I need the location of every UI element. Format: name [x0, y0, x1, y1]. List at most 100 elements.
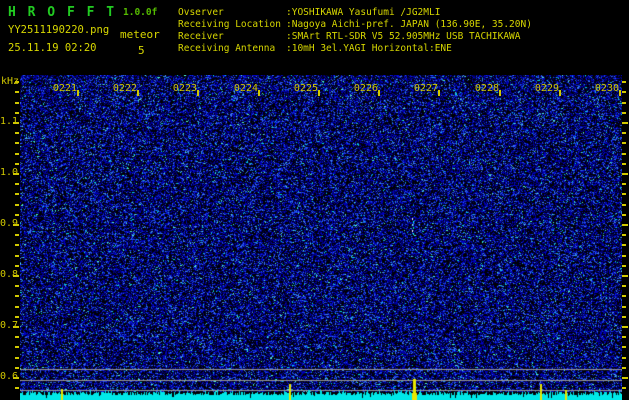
time-tick [197, 90, 199, 96]
freq-tick-left [15, 102, 19, 104]
freq-tick-right [622, 295, 626, 297]
freq-tick-right [622, 336, 626, 338]
freq-label: 1.0 [0, 167, 19, 178]
freq-tick-right [622, 224, 628, 226]
freq-tick-left [13, 122, 19, 124]
freq-label: 0.6 [0, 371, 19, 382]
info-value: :Nagoya Aichi-pref. JAPAN (136.90E, 35.2… [286, 19, 532, 30]
freq-tick-left [15, 336, 19, 338]
time-label: 0228 [474, 83, 499, 94]
freq-tick-left [13, 275, 19, 277]
freq-tick-right [622, 81, 626, 83]
info-row: Receiving Location :Nagoya Aichi-pref. JA… [178, 19, 532, 31]
time-label: 0221 [52, 83, 77, 94]
freq-tick-left [15, 132, 19, 134]
freq-tick-right [622, 91, 626, 93]
info-row: Receiving Antenna :10mH 3el.YAGI Horizont… [178, 43, 452, 55]
info-label: Ovserver [178, 7, 224, 18]
time-tick [77, 90, 79, 96]
freq-tick-right [622, 163, 626, 165]
freq-tick-left [15, 183, 19, 185]
freq-tick-left [13, 377, 19, 379]
freq-tick-right [622, 326, 628, 328]
meteor-count: 5 [138, 44, 145, 57]
freq-tick-left [15, 204, 19, 206]
info-label: Receiving Antenna [178, 43, 276, 54]
freq-tick-right [622, 132, 626, 134]
freq-tick-left [13, 326, 19, 328]
time-tick [378, 90, 380, 96]
freq-tick-right [622, 112, 626, 114]
freq-tick-left [13, 224, 19, 226]
freq-tick-left [15, 91, 19, 93]
freq-tick-left [15, 346, 19, 348]
freq-tick-right [622, 102, 626, 104]
spectrogram-canvas [20, 75, 622, 400]
info-value: :YOSHIKAWA Yasufumi /JG2MLI [286, 7, 441, 18]
freq-tick-left [15, 285, 19, 287]
freq-tick-left [15, 234, 19, 236]
freq-tick-left [15, 265, 19, 267]
freq-tick-left [15, 295, 19, 297]
freq-tick-right [622, 367, 626, 369]
mode-label: meteor [120, 28, 160, 41]
info-value: :10mH 3el.YAGI Horizontal:ENE [286, 43, 452, 54]
app-version: 1.0.0f [123, 7, 158, 18]
freq-tick-left [15, 163, 19, 165]
time-tick [619, 90, 621, 96]
freq-tick-right [622, 316, 626, 318]
freq-tick-right [622, 357, 626, 359]
time-tick [258, 90, 260, 96]
freq-tick-right [622, 377, 628, 379]
freq-tick-right [622, 244, 626, 246]
freq-tick-left [15, 244, 19, 246]
time-tick [438, 90, 440, 96]
freq-tick-right [622, 153, 626, 155]
freq-label: 0.9 [0, 218, 19, 229]
time-label: 0226 [353, 83, 378, 94]
time-label: 0225 [293, 83, 318, 94]
output-filename: YY2511190220.png [8, 24, 110, 36]
freq-tick-right [622, 173, 628, 175]
info-value: :SMArt RTL-SDR V5 52.905MHz USB TACHIKAW… [286, 31, 521, 42]
freq-tick-left [15, 193, 19, 195]
app-title: H R O F F T [8, 5, 117, 20]
freq-tick-right [622, 346, 626, 348]
info-label: Receiver [178, 31, 224, 42]
time-label: 0224 [233, 83, 258, 94]
hrofft-screenshot: H R O F F T 1.0.0f YY2511190220.png mete… [0, 0, 629, 400]
freq-tick-left [15, 316, 19, 318]
freq-tick-left [15, 255, 19, 257]
observation-datetime: 25.11.19 02:20 [8, 42, 97, 54]
freq-tick-right [622, 285, 626, 287]
time-tick [499, 90, 501, 96]
freq-tick-right [622, 193, 626, 195]
freq-tick-left [15, 306, 19, 308]
time-tick [318, 90, 320, 96]
freq-tick-left [15, 81, 19, 83]
time-tick [559, 90, 561, 96]
freq-tick-right [622, 387, 626, 389]
freq-tick-right [622, 265, 626, 267]
freq-tick-right [622, 142, 626, 144]
freq-tick-right [622, 306, 626, 308]
time-label: 0227 [413, 83, 438, 94]
freq-tick-right [622, 214, 626, 216]
time-tick [137, 90, 139, 96]
freq-tick-right [622, 204, 626, 206]
freq-tick-left [15, 357, 19, 359]
freq-tick-left [15, 367, 19, 369]
time-label: 0222 [112, 83, 137, 94]
freq-tick-left [15, 214, 19, 216]
freq-label: 1.1 [0, 116, 19, 127]
time-label: 0229 [534, 83, 559, 94]
freq-label: 0.7 [0, 320, 19, 331]
freq-label: 0.8 [0, 269, 19, 280]
info-row: Ovserver :YOSHIKAWA Yasufumi /JG2MLI [178, 7, 440, 19]
info-row: Receiver :SMArt RTL-SDR V5 52.905MHz USB … [178, 31, 521, 43]
info-label: Receiving Location [178, 19, 281, 30]
freq-tick-left [15, 112, 19, 114]
time-label: 0230 [594, 83, 619, 94]
freq-tick-right [622, 234, 626, 236]
freq-tick-left [15, 387, 19, 389]
